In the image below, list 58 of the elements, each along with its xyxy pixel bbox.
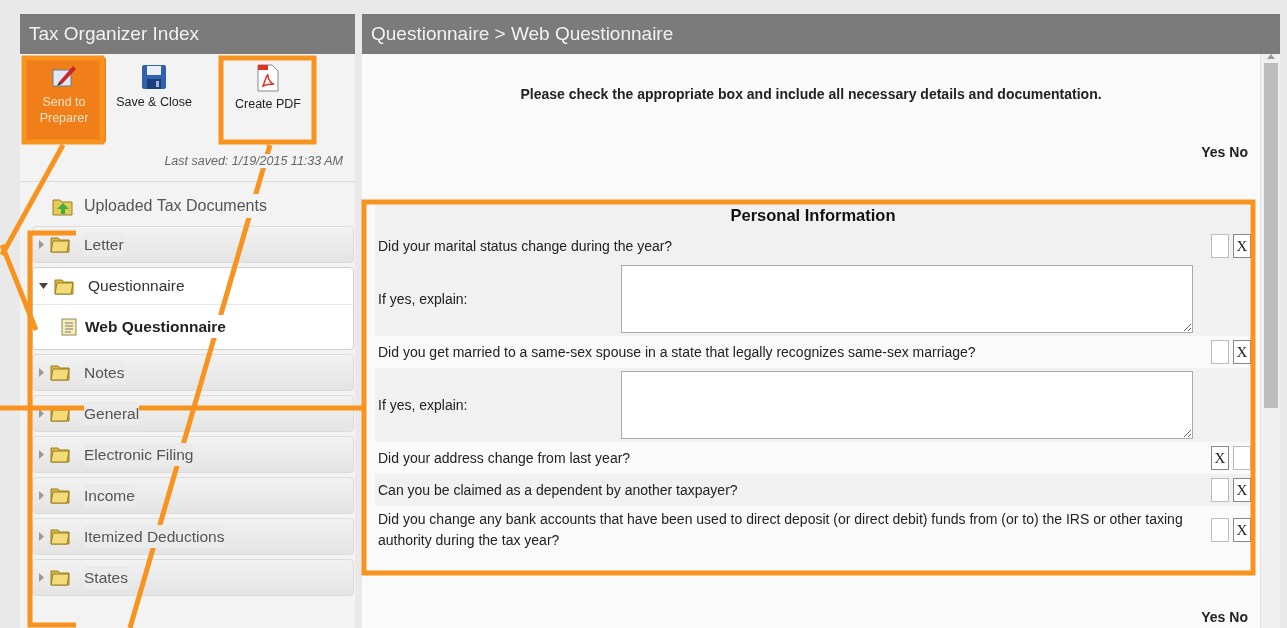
answer-checkbox[interactable] bbox=[1211, 478, 1229, 502]
caret-icon bbox=[39, 367, 44, 377]
answer-checkbox[interactable]: X bbox=[1233, 518, 1251, 542]
answer-checkbox[interactable] bbox=[1211, 340, 1229, 364]
uploaded-documents-link[interactable]: Uploaded Tax Documents bbox=[84, 193, 267, 218]
tree-subitem[interactable]: Web Questionnaire bbox=[33, 304, 353, 349]
breadcrumb: Questionnaire > Web Questionnaire bbox=[362, 14, 1280, 54]
caret-icon bbox=[39, 531, 44, 541]
tree-item[interactable]: Itemized Deductions bbox=[32, 517, 354, 555]
field-label: If yes, explain: bbox=[378, 289, 469, 309]
caret-icon bbox=[39, 282, 48, 289]
answer-checkbox[interactable]: X bbox=[1211, 446, 1229, 470]
tree-item[interactable]: Questionnaire bbox=[33, 267, 353, 305]
question-text: Did you get married to a same-sex spouse in a state that legally recognizes same-sex marriage? bbox=[378, 342, 977, 362]
question-text: Can you be claimed as a dependent by another taxpayer? bbox=[378, 480, 739, 500]
caret-icon bbox=[39, 239, 44, 249]
answer-checkbox[interactable] bbox=[1211, 518, 1229, 542]
panel-title: Tax Organizer Index bbox=[20, 14, 355, 54]
answer-checkbox[interactable]: X bbox=[1233, 340, 1251, 364]
instructions-text: Please check the appropriate box and include all necessary details and documentation. bbox=[519, 85, 1103, 104]
document-icon bbox=[61, 317, 77, 336]
tree-item[interactable]: Letter bbox=[32, 225, 354, 263]
question-text: Did you change any bank accounts that have been used to direct deposit (or direct debit) funds from (or to) the IRS or other taxing authority during the tax year? bbox=[378, 510, 1184, 550]
column-header: No bbox=[1229, 608, 1248, 627]
toolbar-button[interactable]: Create PDF bbox=[222, 58, 314, 142]
folder-icon bbox=[50, 527, 70, 546]
answer-checkbox[interactable]: X bbox=[1233, 478, 1251, 502]
scrollbar-thumb[interactable] bbox=[1263, 63, 1278, 408]
caret-icon bbox=[39, 408, 44, 418]
folder-icon bbox=[50, 363, 70, 382]
folder-icon bbox=[54, 276, 74, 295]
column-header: No bbox=[1229, 143, 1248, 163]
scrollbar[interactable] bbox=[1260, 54, 1280, 628]
tree-item[interactable]: States bbox=[32, 558, 354, 596]
toolbar-button[interactable]: Save & Close bbox=[112, 58, 196, 142]
question-text: Did your marital status change during the year? bbox=[378, 236, 674, 256]
tree-item[interactable]: Income bbox=[32, 476, 354, 514]
folder-icon bbox=[50, 568, 70, 587]
column-header: Yes bbox=[1201, 608, 1226, 627]
column-header: Yes bbox=[1201, 143, 1226, 163]
field-label: If yes, explain: bbox=[378, 395, 469, 415]
tree-item[interactable]: Notes bbox=[32, 353, 354, 391]
explain-field[interactable] bbox=[621, 371, 1193, 439]
caret-icon bbox=[39, 449, 44, 459]
pdf-file-icon bbox=[256, 64, 280, 92]
answer-checkbox[interactable]: X bbox=[1233, 234, 1251, 258]
last-saved-text: Last saved: 1/19/2015 11:33 AM bbox=[164, 154, 343, 168]
folder-icon bbox=[50, 486, 70, 505]
folder-icon bbox=[50, 235, 70, 254]
question-text: Did your address change from last year? bbox=[378, 448, 632, 468]
caret-icon bbox=[39, 490, 44, 500]
answer-checkbox[interactable] bbox=[1233, 446, 1251, 470]
caret-icon bbox=[39, 572, 44, 582]
pen-paper-icon bbox=[51, 64, 77, 90]
tree-item[interactable]: Electronic Filing bbox=[32, 435, 354, 473]
folder-icon bbox=[50, 445, 70, 464]
answer-checkbox[interactable] bbox=[1211, 234, 1229, 258]
explain-field[interactable] bbox=[621, 265, 1193, 333]
